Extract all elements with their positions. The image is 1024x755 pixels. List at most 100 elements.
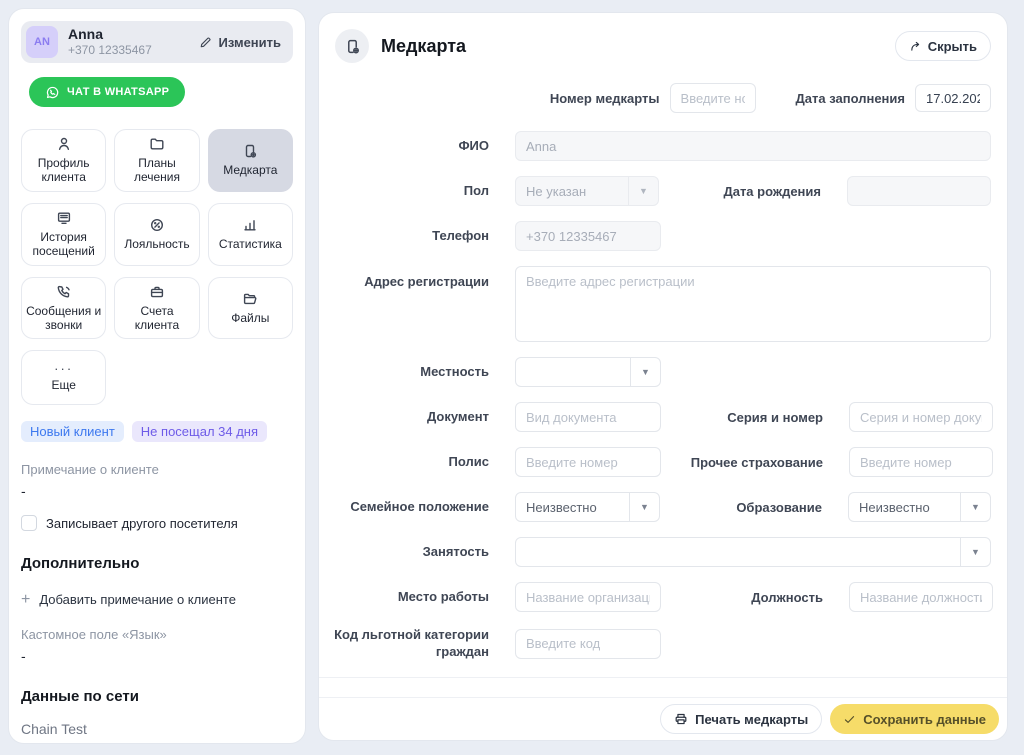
fio-label: ФИО (331, 138, 489, 155)
additional-section-title: Дополнительно (21, 555, 293, 572)
badge-new-client: Новый клиент (21, 421, 124, 442)
birth-date-label: Дата рождения (659, 184, 821, 199)
fio-input[interactable] (515, 131, 991, 161)
other-insurance-input[interactable] (849, 447, 993, 477)
client-identity: Anna +370 12335467 (68, 26, 152, 58)
education-label: Образование (660, 500, 822, 515)
more-icon: ··· (54, 364, 73, 374)
locality-select[interactable]: ▼ (515, 357, 661, 387)
education-select[interactable]: Неизвестно ▼ (848, 492, 991, 522)
workplace-position-row: Место работы Должность (331, 582, 991, 612)
series-label: Серия и номер (661, 410, 823, 425)
client-nav-tiles: Профиль клиента Планы лечения Медкарта И… (21, 129, 293, 405)
chevron-down-icon: ▼ (628, 177, 658, 205)
tile-medcard[interactable]: Медкарта (208, 129, 293, 192)
calls-icon (56, 284, 72, 300)
tile-loyalty[interactable]: Лояльность (114, 203, 199, 266)
gender-birthdate-row: Пол Не указан ▼ Дата рождения (331, 176, 991, 206)
edit-client-button[interactable]: Изменить (199, 35, 281, 50)
badge-no-visit: Не посещал 34 дня (132, 421, 267, 442)
person-icon (56, 136, 72, 152)
phone-label: Телефон (331, 228, 489, 245)
document-input[interactable] (515, 402, 661, 432)
chevron-down-icon: ▼ (960, 538, 990, 566)
position-label: Должность (661, 590, 823, 605)
chevron-down-icon: ▼ (960, 493, 990, 521)
series-input[interactable] (849, 402, 993, 432)
invoices-icon (149, 284, 165, 300)
custom-field-value: - (21, 648, 293, 664)
fill-date-label: Дата заполнения (796, 91, 905, 106)
avatar: AN (26, 26, 58, 58)
print-medcard-button[interactable]: Печать медкарты (660, 704, 822, 734)
position-input[interactable] (849, 582, 993, 612)
employment-select[interactable]: ▼ (515, 537, 991, 567)
tile-visit-history[interactable]: История посещений (21, 203, 106, 266)
marital-label: Семейное положение (331, 499, 489, 516)
hide-arrow-icon (909, 40, 922, 53)
hide-button[interactable]: Скрыть (895, 31, 991, 61)
tile-more[interactable]: ··· Еще (21, 350, 106, 405)
employment-label: Занятость (331, 544, 489, 561)
tile-treatment-plans[interactable]: Планы лечения (114, 129, 199, 192)
tile-statistics[interactable]: Статистика (208, 203, 293, 266)
plus-icon: + (21, 594, 30, 606)
chevron-down-icon: ▼ (629, 493, 659, 521)
document-series-row: Документ Серия и номер (331, 402, 991, 432)
client-note-value: - (21, 483, 293, 499)
form-footer: Печать медкарты Сохранить данные (319, 698, 1007, 740)
marital-select[interactable]: Неизвестно ▼ (515, 492, 660, 522)
address-row: Адрес регистрации (331, 266, 991, 342)
custom-field-label: Кастомное поле «Язык» (21, 627, 293, 642)
tile-messages-calls[interactable]: Сообщения и звонки (21, 277, 106, 340)
card-number-input[interactable] (670, 83, 756, 113)
policy-insurance-row: Полис Прочее страхование (331, 447, 991, 477)
address-label: Адрес регистрации (331, 266, 489, 291)
books-other-visitor-checkbox[interactable]: Записывает другого посетителя (21, 515, 293, 531)
gender-select[interactable]: Не указан ▼ (515, 176, 659, 206)
printer-icon (674, 712, 688, 726)
tile-files[interactable]: Файлы (208, 277, 293, 340)
phone-input[interactable] (515, 221, 661, 251)
client-name: Anna (68, 26, 152, 43)
files-icon (242, 291, 258, 307)
save-data-button[interactable]: Сохранить данные (830, 704, 999, 734)
network-section-title: Данные по сети (21, 688, 293, 705)
chain-name: Chain Test (21, 721, 293, 737)
birth-date-input[interactable] (847, 176, 991, 206)
workplace-label: Место работы (331, 589, 489, 606)
chevron-down-icon: ▼ (630, 358, 660, 386)
fill-date-input[interactable] (915, 84, 991, 112)
section-divider (319, 677, 1007, 678)
page-title: Медкарта (381, 36, 466, 57)
client-sidebar: AN Anna +370 12335467 Изменить ЧАТ В WHA… (8, 8, 306, 744)
loyalty-icon (149, 217, 165, 233)
stats-icon (242, 217, 258, 233)
workplace-input[interactable] (515, 582, 661, 612)
marital-education-row: Семейное положение Неизвестно ▼ Образова… (331, 492, 991, 522)
checkbox-icon[interactable] (21, 515, 37, 531)
card-number-label: Номер медкарты (550, 91, 660, 106)
add-client-note-button[interactable]: + Добавить примечание о клиенте (21, 592, 236, 607)
tile-client-profile[interactable]: Профиль клиента (21, 129, 106, 192)
medcard-panel: Медкарта Скрыть Номер медкарты Дата запо… (318, 12, 1008, 741)
benefit-code-row: Код льготной категории граждан (331, 627, 991, 661)
medcard-form: Номер медкарты Дата заполнения ФИО Пол Н… (319, 63, 1007, 732)
card-number-row: Номер медкарты Дата заполнения (331, 83, 991, 113)
client-summary-chip: AN Anna +370 12335467 Изменить (21, 21, 293, 63)
policy-input[interactable] (515, 447, 661, 477)
benefit-code-label: Код льготной категории граждан (331, 627, 489, 661)
client-badges: Новый клиент Не посещал 34 дня (21, 421, 293, 442)
benefit-code-input[interactable] (515, 629, 661, 659)
medcard-header-icon (335, 29, 369, 63)
gender-label: Пол (331, 183, 489, 200)
whatsapp-chat-button[interactable]: ЧАТ В WHATSAPP (29, 77, 185, 107)
locality-label: Местность (331, 364, 489, 381)
phone-row: Телефон (331, 221, 991, 251)
client-phone: +370 12335467 (68, 43, 152, 59)
visits-history-icon (56, 210, 72, 226)
folder-icon (149, 136, 165, 152)
tile-client-invoices[interactable]: Счета клиента (114, 277, 199, 340)
policy-label: Полис (331, 454, 489, 471)
address-textarea[interactable] (515, 266, 991, 342)
